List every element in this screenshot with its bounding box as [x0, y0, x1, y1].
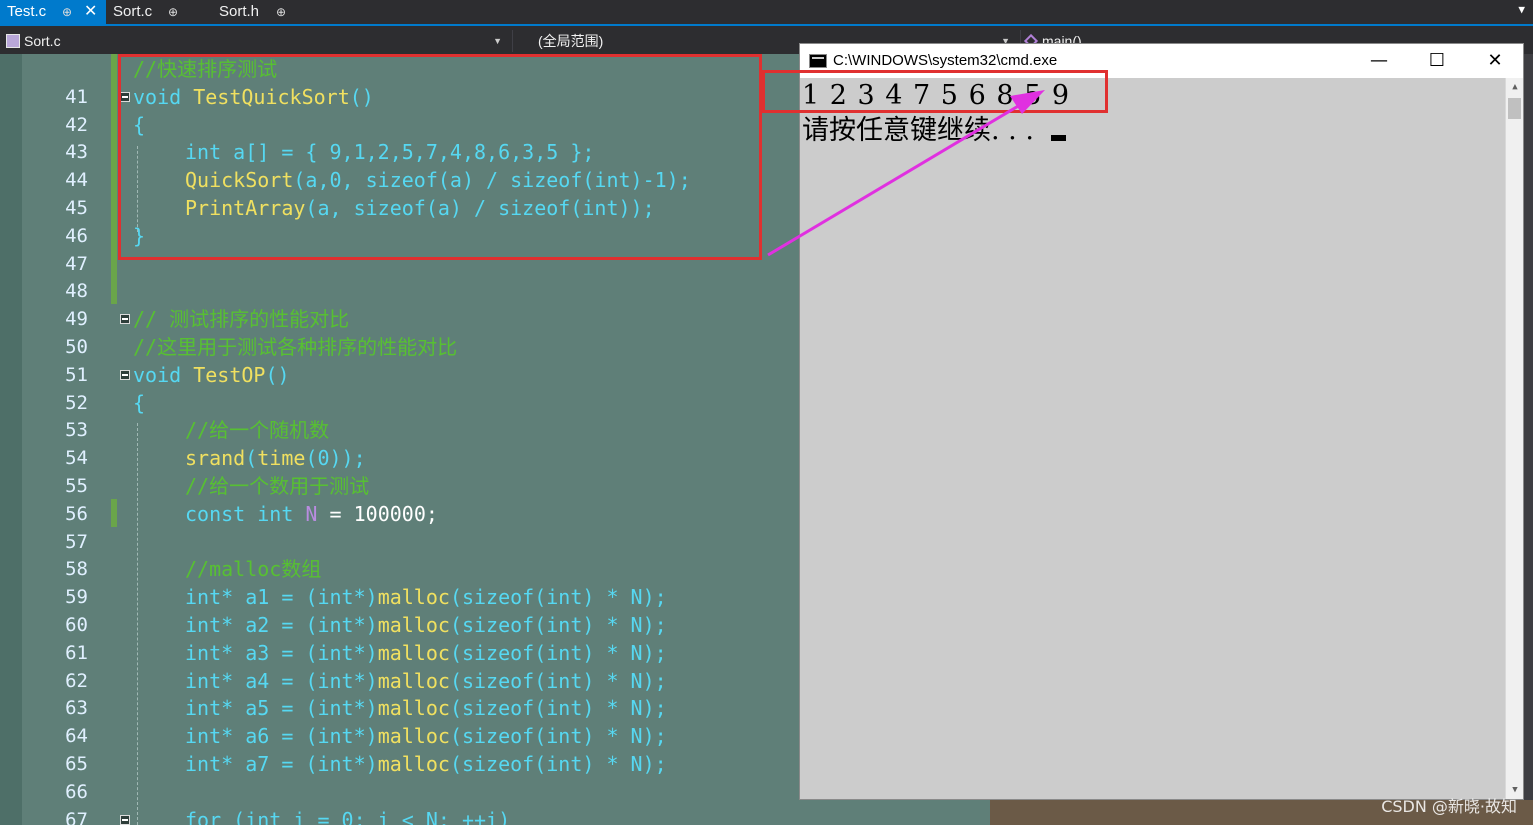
watermark: CSDN @新晓·故知 — [1381, 797, 1517, 816]
annotation-arrow — [767, 90, 1045, 257]
